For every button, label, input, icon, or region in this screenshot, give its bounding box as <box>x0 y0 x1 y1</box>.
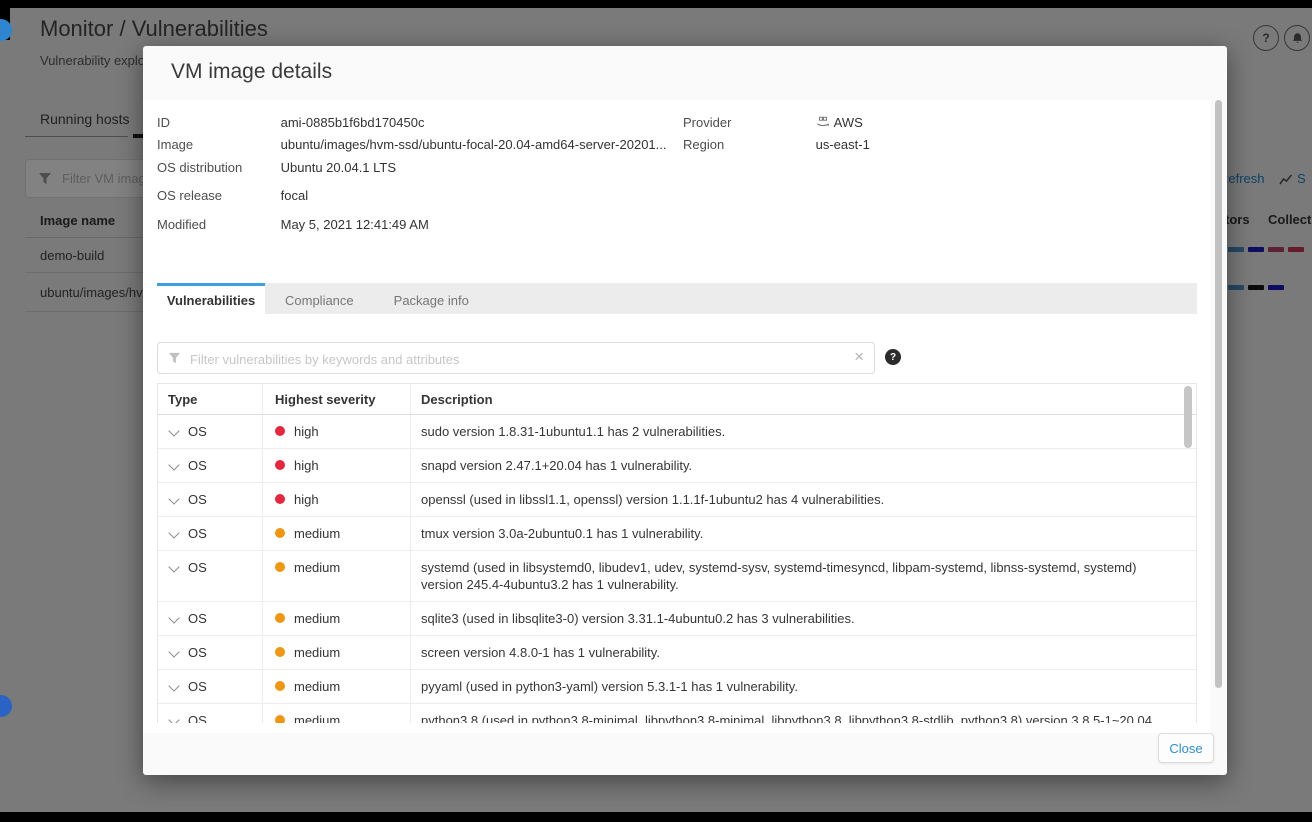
description-cell: screen version 4.8.0-1 has 1 vulnerabili… <box>411 636 1196 669</box>
severity-label: medium <box>294 679 340 694</box>
severity-dot <box>275 528 285 538</box>
table-header-row: Type Highest severity Description <box>158 384 1196 415</box>
description-cell: pyyaml (used in python3-yaml) version 5.… <box>411 670 1196 703</box>
severity-dot <box>275 494 285 504</box>
expand-chevron-icon[interactable] <box>168 612 179 623</box>
description-cell: sudo version 1.8.31-1ubuntu1.1 has 2 vul… <box>411 415 1196 448</box>
type-cell: OS <box>188 560 207 575</box>
tab-compliance[interactable]: Compliance <box>265 283 374 314</box>
description-cell: openssl (used in libssl1.1, openssl) ver… <box>411 483 1196 516</box>
vulnerabilities-table: Type Highest severity Description OS hig… <box>157 383 1197 723</box>
aws-icon <box>816 116 830 129</box>
table-row[interactable]: OS high sudo version 1.8.31-1ubuntu1.1 h… <box>158 415 1196 449</box>
provider-value: AWS <box>834 115 863 130</box>
field-label: Modified <box>157 217 277 232</box>
field-value: AWS <box>816 115 863 130</box>
table-row[interactable]: OS medium systemd (used in libsystemd0, … <box>158 551 1196 602</box>
type-cell: OS <box>188 458 207 473</box>
funnel-icon <box>168 352 181 365</box>
expand-chevron-icon[interactable] <box>168 459 179 470</box>
field-value: us-east-1 <box>816 137 870 152</box>
field-value: Ubuntu 20.04.1 LTS <box>281 160 396 175</box>
field-value: ubuntu/images/hvm-ssd/ubuntu-focal-20.04… <box>281 137 667 152</box>
expand-chevron-icon[interactable] <box>168 561 179 572</box>
close-button[interactable]: Close <box>1158 733 1214 763</box>
severity-dot <box>275 562 285 572</box>
type-cell: OS <box>188 526 207 541</box>
table-row[interactable]: OS high openssl (used in libssl1.1, open… <box>158 483 1196 517</box>
tab-package-info[interactable]: Package info <box>374 283 489 314</box>
field-image: Image ubuntu/images/hvm-ssd/ubuntu-focal… <box>157 137 667 152</box>
table-row[interactable]: OS medium tmux version 3.0a-2ubuntu0.1 h… <box>158 517 1196 551</box>
column-header-highest-severity: Highest severity <box>263 384 411 414</box>
severity-dot <box>275 460 285 470</box>
field-label: ID <box>157 115 277 130</box>
type-cell: OS <box>188 713 207 723</box>
description-cell: systemd (used in libsystemd0, libudev1, … <box>411 551 1196 601</box>
severity-label: medium <box>294 526 340 541</box>
description-cell: tmux version 3.0a-2ubuntu0.1 has 1 vulne… <box>411 517 1196 550</box>
table-scrollbar[interactable] <box>1184 386 1192 448</box>
expand-chevron-icon[interactable] <box>168 714 179 723</box>
table-row[interactable]: OS medium python3.8 (used in python3.8-m… <box>158 704 1196 723</box>
table-row[interactable]: OS medium sqlite3 (used in libsqlite3-0)… <box>158 602 1196 636</box>
expand-chevron-icon[interactable] <box>168 527 179 538</box>
type-cell: OS <box>188 492 207 507</box>
type-cell: OS <box>188 424 207 439</box>
expand-chevron-icon[interactable] <box>168 646 179 657</box>
screen: Monitor / Vulnerabilities Vulnerability … <box>0 0 1312 822</box>
severity-dot <box>275 426 285 436</box>
field-id: ID ami-0885b1f6bd170450c <box>157 115 424 130</box>
question-icon: ? <box>890 352 896 363</box>
severity-label: high <box>294 492 319 507</box>
vulnerability-filter[interactable]: × <box>157 342 875 374</box>
type-cell: OS <box>188 645 207 660</box>
type-cell: OS <box>188 611 207 626</box>
column-header-description: Description <box>411 384 1196 414</box>
tab-vulnerabilities[interactable]: Vulnerabilities <box>157 283 265 314</box>
field-provider: Provider AWS <box>683 115 863 130</box>
vm-image-details-modal: VM image details ID ami-0885b1f6bd170450… <box>143 46 1227 775</box>
severity-label: medium <box>294 611 340 626</box>
field-value: May 5, 2021 12:41:49 AM <box>281 217 429 232</box>
severity-dot <box>275 647 285 657</box>
field-modified: Modified May 5, 2021 12:41:49 AM <box>157 217 429 232</box>
expand-chevron-icon[interactable] <box>168 680 179 691</box>
severity-dot <box>275 613 285 623</box>
expand-chevron-icon[interactable] <box>168 493 179 504</box>
severity-label: high <box>294 458 319 473</box>
type-cell: OS <box>188 679 207 694</box>
description-cell: snapd version 2.47.1+20.04 has 1 vulnera… <box>411 449 1196 482</box>
severity-dot <box>275 715 285 723</box>
table-row[interactable]: OS medium pyyaml (used in python3-yaml) … <box>158 670 1196 704</box>
field-os-release: OS release focal <box>157 188 308 203</box>
severity-dot <box>275 681 285 691</box>
field-value: ami-0885b1f6bd170450c <box>281 115 425 130</box>
field-label: OS release <box>157 188 277 203</box>
field-region: Region us-east-1 <box>683 137 870 152</box>
field-label: Region <box>683 137 812 152</box>
filter-help-button[interactable]: ? <box>885 349 901 365</box>
severity-label: medium <box>294 560 340 575</box>
field-value: focal <box>281 188 308 203</box>
severity-label: medium <box>294 645 340 660</box>
severity-label: high <box>294 424 319 439</box>
description-cell: sqlite3 (used in libsqlite3-0) version 3… <box>411 602 1196 635</box>
description-cell: python3.8 (used in python3.8-minimal, li… <box>411 704 1196 723</box>
clear-filter-icon[interactable]: × <box>854 347 864 367</box>
field-os-distribution: OS distribution Ubuntu 20.04.1 LTS <box>157 160 396 175</box>
field-label: Image <box>157 137 277 152</box>
modal-tabs: Vulnerabilities Compliance Package info <box>157 283 1197 314</box>
vulnerability-filter-input[interactable] <box>188 344 832 374</box>
modal-title: VM image details <box>171 60 332 84</box>
field-label: OS distribution <box>157 160 277 175</box>
table-row[interactable]: OS medium screen version 4.8.0-1 has 1 v… <box>158 636 1196 670</box>
field-label: Provider <box>683 115 812 130</box>
severity-label: medium <box>294 713 340 723</box>
table-row[interactable]: OS high snapd version 2.47.1+20.04 has 1… <box>158 449 1196 483</box>
column-header-type: Type <box>158 384 263 414</box>
modal-scrollbar[interactable] <box>1215 100 1222 688</box>
expand-chevron-icon[interactable] <box>168 425 179 436</box>
